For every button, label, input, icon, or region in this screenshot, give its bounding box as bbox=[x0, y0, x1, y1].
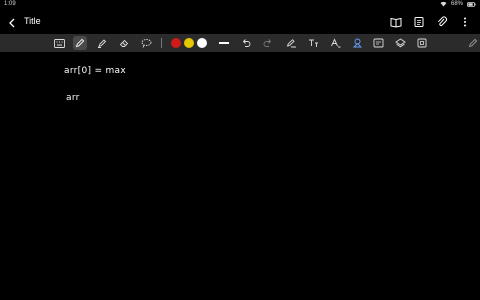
wifi-icon bbox=[440, 1, 447, 7]
handwriting-tool[interactable] bbox=[285, 37, 297, 49]
highlighter-tool[interactable] bbox=[96, 37, 108, 49]
stroke-width-tool[interactable] bbox=[218, 37, 230, 49]
zoom-tool[interactable] bbox=[416, 37, 428, 49]
redo-icon bbox=[263, 39, 272, 47]
layer-tool[interactable] bbox=[394, 37, 406, 49]
keyboard-icon bbox=[53, 38, 65, 48]
status-time: 1:09 bbox=[4, 1, 16, 7]
shapes-icon bbox=[352, 38, 362, 48]
back-button[interactable] bbox=[6, 16, 18, 28]
paperclip-icon bbox=[437, 16, 447, 27]
color-swatch-red[interactable] bbox=[171, 38, 181, 48]
font-icon bbox=[330, 38, 340, 48]
text-icon bbox=[308, 39, 318, 47]
keyboard-tool[interactable] bbox=[53, 37, 65, 49]
notes-icon bbox=[414, 17, 424, 27]
redo-button[interactable] bbox=[262, 37, 274, 49]
pen-edit-icon bbox=[286, 39, 296, 48]
book-icon bbox=[390, 17, 402, 28]
page-title[interactable]: Title bbox=[24, 16, 41, 26]
status-bar: 1:09 68% bbox=[0, 0, 480, 10]
layers-icon bbox=[394, 38, 406, 48]
highlighter-icon bbox=[98, 39, 107, 48]
drawing-toolbar bbox=[0, 34, 480, 52]
shapes-tool[interactable] bbox=[351, 37, 363, 49]
title-bar: Title bbox=[0, 12, 480, 32]
toolbar-divider bbox=[161, 38, 162, 48]
pencil-icon bbox=[468, 38, 478, 48]
zoom-icon bbox=[417, 38, 426, 48]
color-swatch-yellow[interactable] bbox=[184, 38, 194, 48]
handwritten-line-1: arr[0] = max bbox=[64, 66, 126, 76]
note-canvas[interactable]: arr[0] = max arr bbox=[0, 52, 480, 300]
pen-tool[interactable] bbox=[73, 36, 87, 50]
color-swatch-white[interactable] bbox=[197, 38, 207, 48]
eraser-icon bbox=[119, 39, 129, 47]
battery-icon bbox=[467, 1, 476, 7]
stroke-width-icon bbox=[219, 42, 229, 44]
book-button[interactable] bbox=[389, 15, 403, 29]
lasso-icon bbox=[141, 39, 151, 48]
undo-icon bbox=[242, 39, 251, 47]
more-button[interactable] bbox=[458, 15, 472, 29]
notes-button[interactable] bbox=[412, 15, 426, 29]
battery-percent: 68% bbox=[450, 1, 463, 7]
undo-button[interactable] bbox=[240, 37, 252, 49]
handwritten-line-2: arr bbox=[66, 93, 80, 103]
pen-settings-tool[interactable] bbox=[467, 37, 479, 49]
status-indicators: 68% bbox=[440, 1, 476, 7]
text-style-tool[interactable] bbox=[329, 37, 341, 49]
pen-icon bbox=[75, 38, 85, 48]
text-format-tool[interactable] bbox=[307, 37, 319, 49]
title-actions bbox=[389, 15, 472, 29]
more-vertical-icon bbox=[464, 17, 466, 27]
chevron-left-icon bbox=[9, 18, 15, 28]
lasso-tool[interactable] bbox=[140, 37, 152, 49]
eraser-tool[interactable] bbox=[118, 37, 130, 49]
insert-tool[interactable] bbox=[372, 37, 384, 49]
attach-button[interactable] bbox=[435, 15, 449, 29]
insert-icon bbox=[373, 38, 383, 48]
